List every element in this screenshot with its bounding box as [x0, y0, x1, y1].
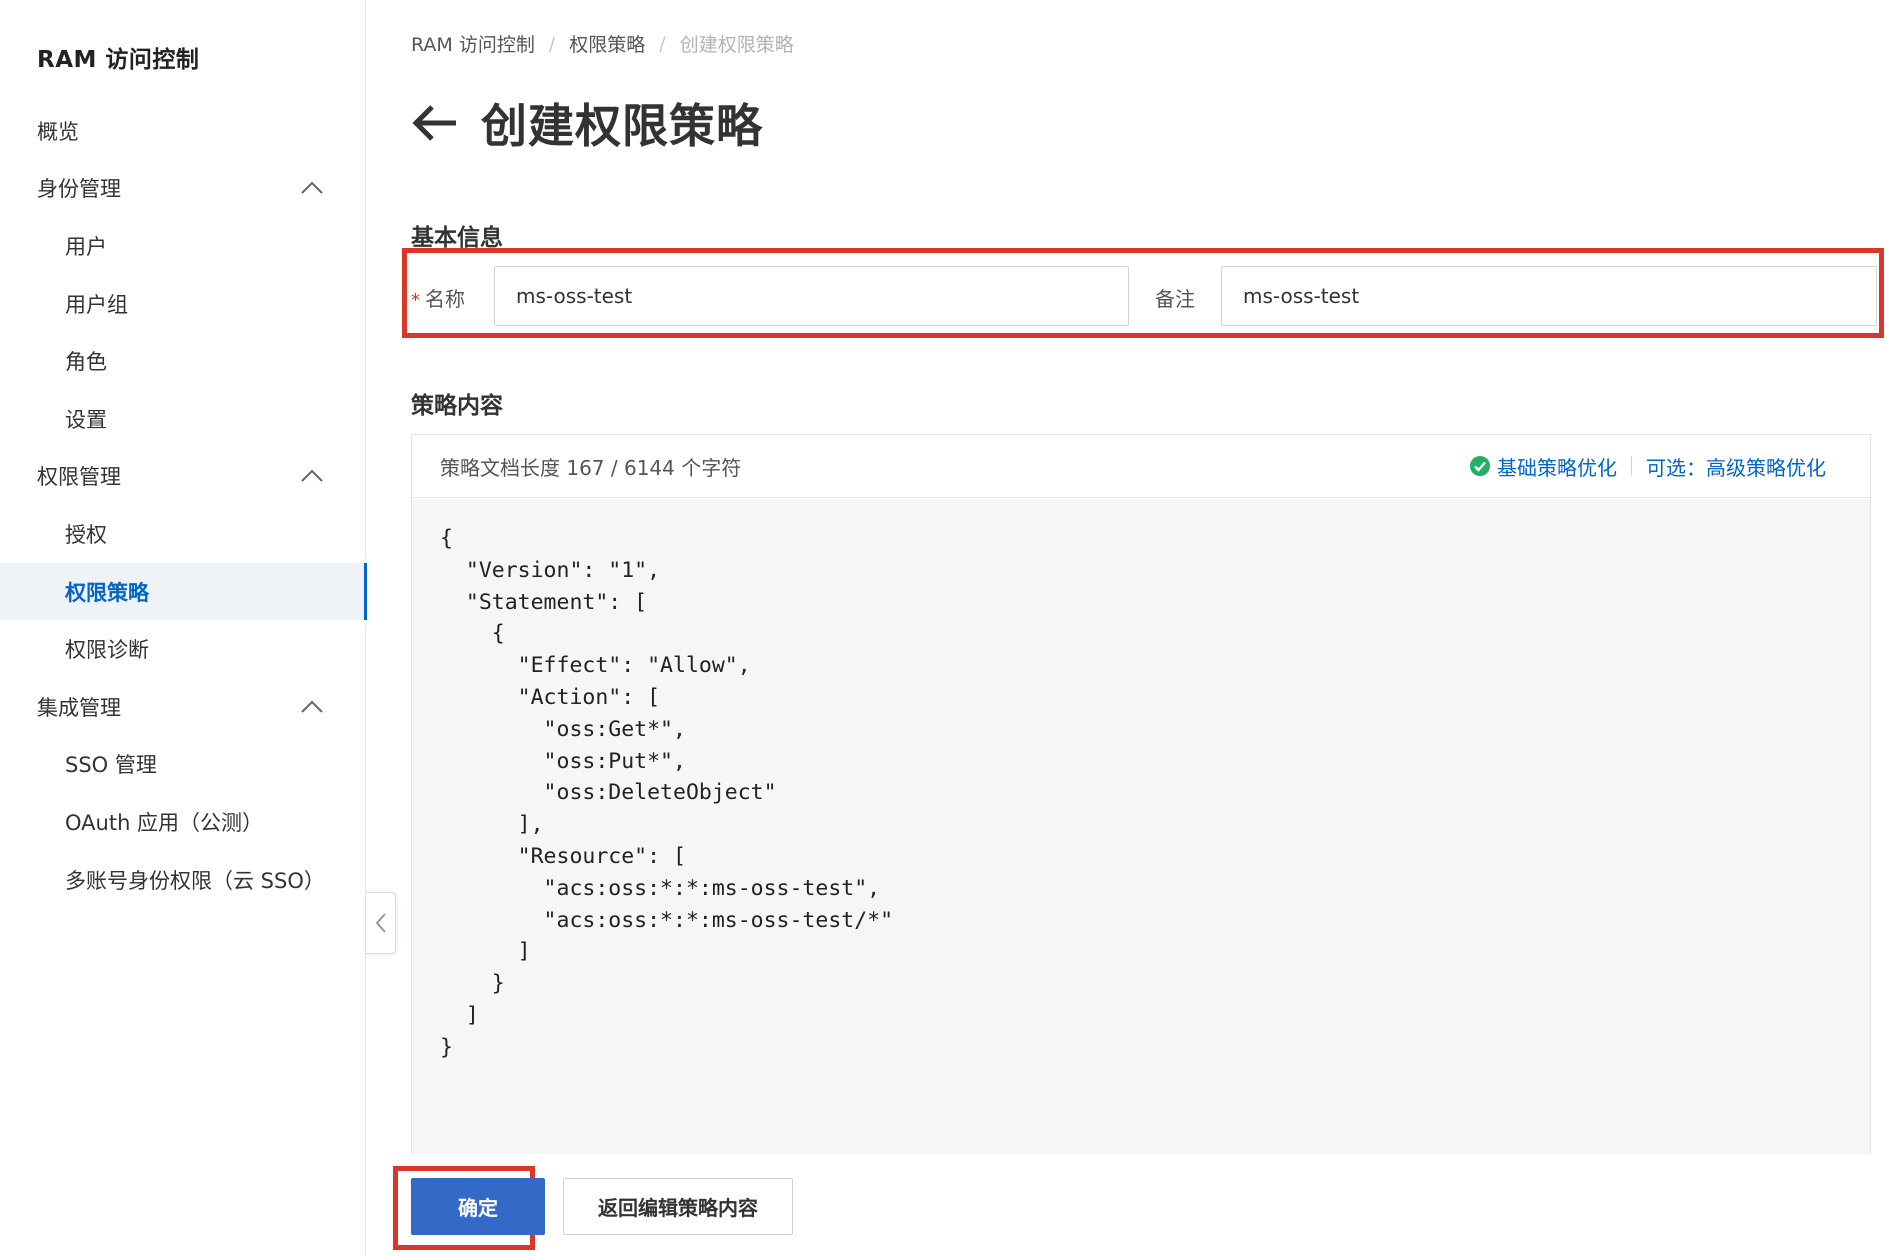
- name-input[interactable]: [494, 266, 1129, 326]
- policy-code[interactable]: { "Version": "1", "Statement": [ { "Effe…: [440, 523, 1870, 1064]
- sidebar: RAM 访问控制 概览 身份管理 用户 用户组 角色 设置 权限管理 授权 权限…: [0, 0, 367, 1256]
- name-label-text: 名称: [425, 287, 465, 311]
- doc-length-text: 策略文档长度 167 / 6144 个字符: [440, 455, 742, 480]
- sidebar-item-overview[interactable]: 概览: [0, 102, 366, 160]
- back-edit-button[interactable]: 返回编辑策略内容: [563, 1178, 793, 1235]
- breadcrumb-item-current: 创建权限策略: [679, 34, 794, 56]
- sidebar-item-label: 身份管理: [37, 177, 121, 202]
- breadcrumb-separator: /: [548, 32, 556, 55]
- section-title-policy: 策略内容: [411, 393, 503, 419]
- sidebar-item-label: 集成管理: [37, 695, 121, 720]
- sidebar-item-sso[interactable]: SSO 管理: [0, 736, 366, 794]
- sidebar-item-roles[interactable]: 角色: [0, 332, 366, 390]
- breadcrumb: RAM 访问控制 / 权限策略 / 创建权限策略: [411, 30, 794, 57]
- remark-input[interactable]: [1221, 266, 1877, 326]
- sidebar-item-label: 设置: [65, 407, 107, 432]
- sidebar-item-label: SSO 管理: [65, 753, 157, 778]
- sidebar-group-integration[interactable]: 集成管理: [0, 678, 366, 736]
- page-title: 创建权限策略: [481, 99, 763, 153]
- toolbar-divider: [1631, 456, 1632, 476]
- optimize-actions: 基础策略优化 可选：高级策略优化: [1469, 452, 1842, 481]
- sidebar-item-grants[interactable]: 授权: [0, 505, 366, 563]
- arrow-left-icon: [412, 105, 456, 141]
- sidebar-group-identity[interactable]: 身份管理: [0, 160, 366, 218]
- sidebar-item-label: 权限管理: [37, 465, 121, 490]
- name-label: * 名称: [411, 283, 465, 312]
- sidebar-item-settings[interactable]: 设置: [0, 390, 366, 448]
- sidebar-item-label: OAuth 应用（公测）: [65, 810, 264, 835]
- sidebar-item-label: 授权: [65, 522, 107, 547]
- chevron-up-icon[interactable]: [300, 469, 324, 483]
- sidebar-item-users[interactable]: 用户: [0, 217, 366, 275]
- sidebar-item-label: 权限策略: [65, 580, 149, 605]
- sidebar-item-label: 多账号身份权限（云 SSO）: [65, 868, 325, 893]
- sidebar-item-user-groups[interactable]: 用户组: [0, 275, 366, 333]
- basic-info-form: *名称 备注: [411, 266, 1877, 326]
- basic-optimize-link[interactable]: 基础策略优化: [1497, 452, 1617, 481]
- chevron-up-icon[interactable]: [300, 700, 324, 714]
- breadcrumb-item-policies[interactable]: 权限策略: [569, 30, 645, 57]
- breadcrumb-item-ram[interactable]: RAM 访问控制: [411, 30, 535, 57]
- code-area[interactable]: { "Version": "1", "Statement": [ { "Effe…: [412, 499, 1870, 1154]
- sidebar-item-policies[interactable]: 权限策略: [0, 562, 367, 621]
- sidebar-item-diagnosis[interactable]: 权限诊断: [0, 620, 366, 678]
- advanced-optimize-link[interactable]: 可选：高级策略优化: [1646, 452, 1826, 481]
- editor-toolbar: 策略文档长度 167 / 6144 个字符 基础策略优化 可选：高级策略优化: [412, 435, 1870, 498]
- app-root: RAM 访问控制 概览 身份管理 用户 用户组 角色 设置 权限管理 授权 权限…: [0, 0, 1902, 1256]
- chevron-up-icon[interactable]: [300, 181, 324, 195]
- back-button[interactable]: [411, 99, 459, 147]
- sidebar-group-permissions[interactable]: 权限管理: [0, 448, 366, 506]
- section-title-basic-info: 基本信息: [411, 225, 503, 251]
- page-header: 创建权限策略: [411, 90, 763, 156]
- sidebar-item-oauth[interactable]: OAuth 应用（公测）: [0, 793, 366, 851]
- sidebar-item-label: 角色: [65, 350, 107, 375]
- check-circle-icon: [1470, 456, 1490, 476]
- main-content: RAM 访问控制 / 权限策略 / 创建权限策略 创建权限策略 基本信息 * 名称…: [367, 0, 1902, 1256]
- remark-label: 备注: [1155, 287, 1195, 311]
- sidebar-title: RAM 访问控制: [37, 47, 200, 73]
- policy-editor: 策略文档长度 167 / 6144 个字符 基础策略优化 可选：高级策略优化 {…: [411, 434, 1871, 1154]
- required-mark: *: [411, 290, 420, 311]
- sidebar-item-label: 用户: [65, 234, 107, 259]
- sidebar-nav: 概览 身份管理 用户 用户组 角色 设置 权限管理 授权 权限策略 权限诊断 集…: [0, 102, 367, 909]
- sidebar-item-label: 用户组: [65, 292, 128, 317]
- confirm-button[interactable]: 确定: [411, 1178, 545, 1235]
- sidebar-item-label: 权限诊断: [65, 638, 149, 663]
- breadcrumb-separator: /: [659, 32, 666, 55]
- sidebar-item-label: 概览: [37, 119, 79, 144]
- sidebar-item-cloud-sso[interactable]: 多账号身份权限（云 SSO）: [0, 851, 366, 909]
